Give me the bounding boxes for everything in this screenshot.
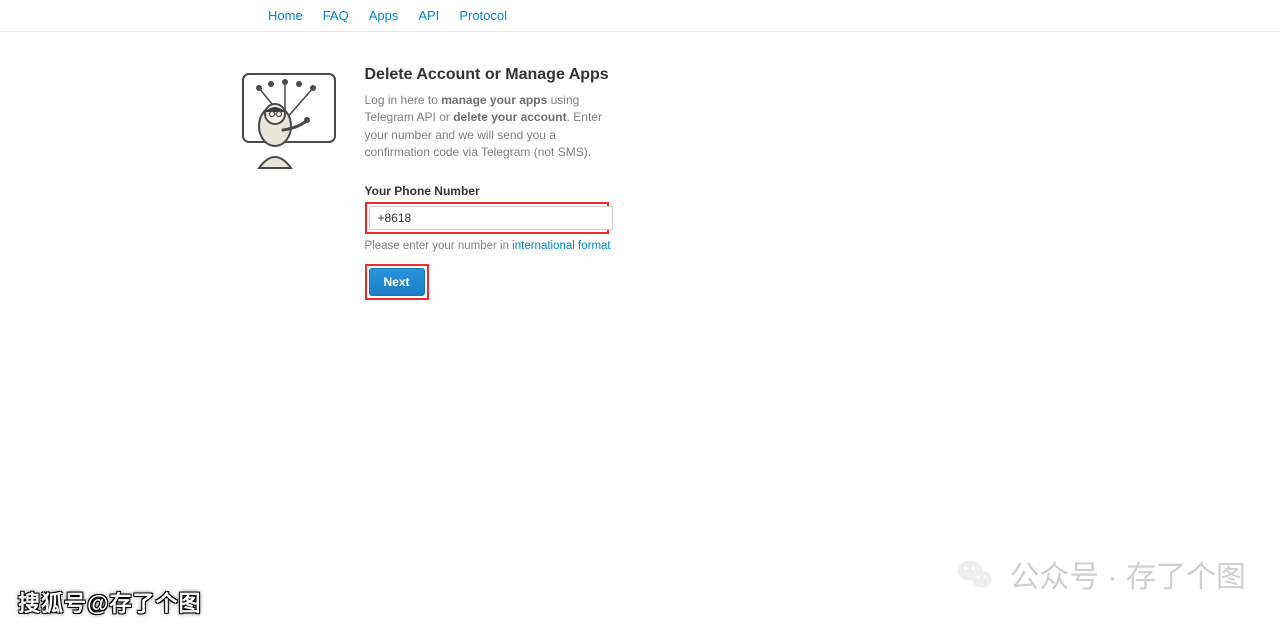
- watermark-wechat-text: 公众号 · 存了个图: [1009, 552, 1246, 596]
- intro-prefix: Log in here to: [365, 93, 442, 107]
- watermark-wechat: 公众号 · 存了个图: [955, 552, 1246, 596]
- nav-api[interactable]: API: [408, 0, 449, 31]
- nav-home[interactable]: Home: [258, 0, 313, 31]
- page-title: Delete Account or Manage Apps: [365, 66, 613, 84]
- telegram-operator-illustration: [237, 68, 341, 172]
- phone-input[interactable]: [369, 206, 613, 230]
- help-prefix: Please enter your number in: [365, 240, 513, 252]
- intro-strong-manage: manage your apps: [441, 93, 547, 107]
- intro-text: Log in here to manage your apps using Te…: [365, 92, 613, 162]
- login-form: Your Phone Number Please enter your numb…: [365, 184, 613, 300]
- wechat-icon: [955, 554, 995, 594]
- nav-apps[interactable]: Apps: [359, 0, 409, 31]
- nav-protocol[interactable]: Protocol: [449, 0, 517, 31]
- next-button[interactable]: Next: [369, 268, 425, 296]
- intro-strong-delete: delete your account: [453, 110, 566, 124]
- phone-label: Your Phone Number: [365, 184, 613, 198]
- top-nav: Home FAQ Apps API Protocol: [0, 0, 1280, 32]
- content-column: Delete Account or Manage Apps Log in her…: [365, 66, 613, 300]
- next-highlight-box: Next: [365, 264, 429, 300]
- main-container: Delete Account or Manage Apps Log in her…: [223, 66, 1058, 300]
- illustration-column: [237, 66, 341, 300]
- nav-faq[interactable]: FAQ: [313, 0, 359, 31]
- phone-highlight-box: [365, 202, 609, 234]
- watermark-sohu: 搜狐号@存了个图: [18, 586, 201, 618]
- international-format-link[interactable]: international format: [512, 240, 610, 252]
- phone-help-text: Please enter your number in internationa…: [365, 240, 613, 252]
